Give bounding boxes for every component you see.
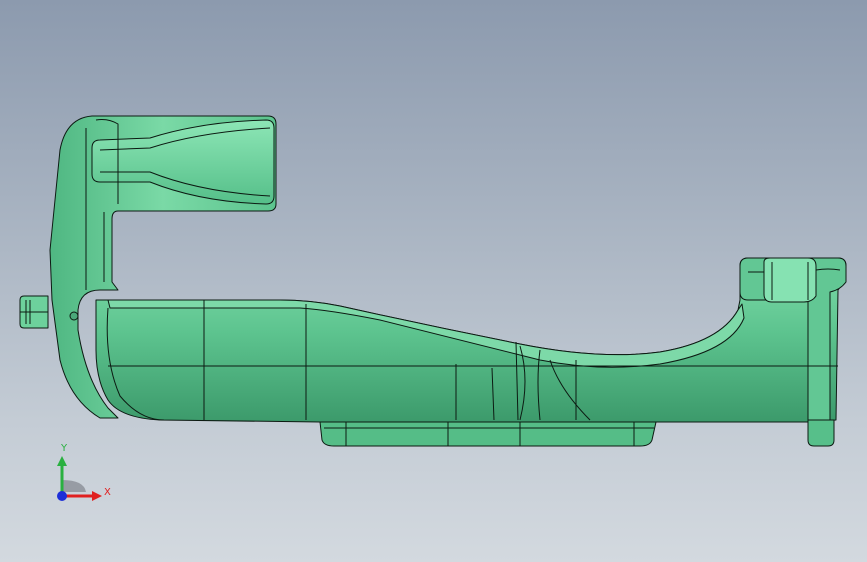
coordinate-triad: Y X	[40, 438, 130, 518]
part-model[interactable]	[0, 0, 867, 562]
x-axis-arrowhead	[92, 491, 102, 501]
z-axis-dot	[57, 491, 67, 501]
triad-graphic	[57, 456, 102, 501]
graphics-viewport[interactable]: Y X	[0, 0, 867, 562]
y-axis-arrowhead	[57, 456, 67, 466]
triad-x-label: X	[104, 487, 111, 498]
part-bottom-flange	[319, 421, 657, 447]
triad-y-label: Y	[61, 443, 68, 454]
part-right-foot	[807, 419, 835, 447]
triad-plane-indicator	[62, 480, 86, 492]
part-pin-hole	[69, 311, 79, 321]
